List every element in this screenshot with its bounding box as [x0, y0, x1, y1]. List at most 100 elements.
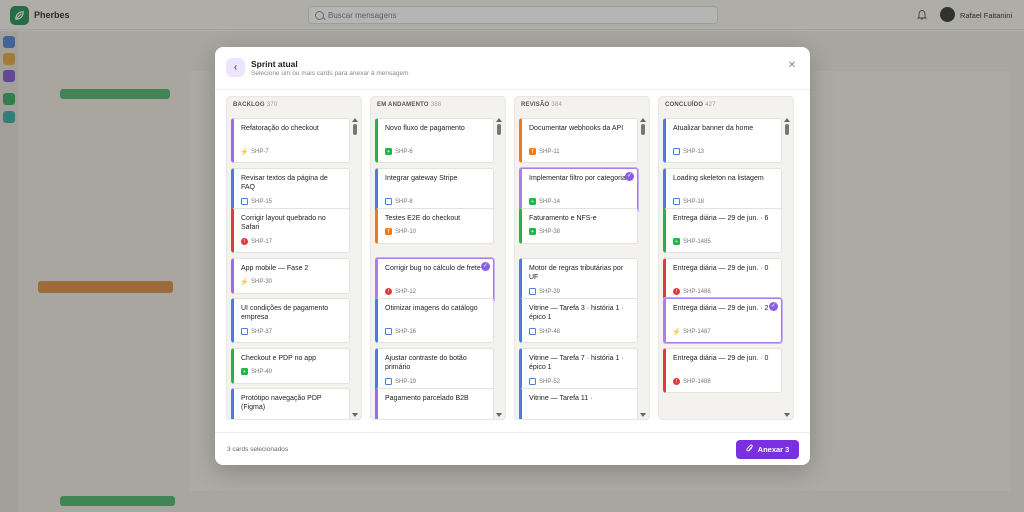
story-icon: [241, 328, 248, 335]
kanban-column: CONCLUÍDO 427 Atualizar banner da home SHP-…: [658, 96, 794, 420]
back-button[interactable]: ‹: [226, 58, 245, 77]
story-icon: [385, 378, 392, 385]
task-card[interactable]: Checkout e PDP no app + SHP-40: [231, 348, 350, 384]
task-card[interactable]: Entrega diária — 29 de jun. · 0! SHP-1486: [663, 258, 782, 303]
check-icon: ✓: [769, 302, 778, 311]
card-title: Integrar gateway Stripe: [385, 175, 458, 182]
card-meta: T SHP-10: [385, 228, 416, 235]
scroll-up-icon[interactable]: [784, 118, 790, 122]
task-card[interactable]: Corrigir bug no cálculo de frete! SHP-12 ✓: [375, 258, 494, 303]
task-card[interactable]: Protótipo navegação PDP (Figma): [231, 388, 350, 419]
task-card[interactable]: Revisar textos da página de FAQ SHP-15: [231, 168, 350, 213]
attach-button[interactable]: Anexar 3: [736, 440, 799, 459]
chevron-left-icon: ‹: [233, 62, 238, 73]
divider: [215, 89, 810, 90]
task-card[interactable]: Testes E2E do checkout T SHP-10: [375, 208, 494, 244]
card-title: Refatoração do checkout: [241, 125, 319, 132]
task-card[interactable]: Loading skeleton na listagem SHP-18: [663, 168, 782, 213]
card-meta: ! SHP-1488: [673, 378, 711, 385]
card-id: SHP-1488: [683, 378, 711, 385]
story-icon: [673, 198, 680, 205]
card-meta: ! SHP-17: [241, 238, 272, 245]
card-meta: + SHP-14: [529, 198, 560, 205]
task-card[interactable]: App mobile — Fase 2 ⚡ SHP-30: [231, 258, 350, 294]
column-scrollbar[interactable]: [352, 118, 358, 419]
task-card[interactable]: Documentar webhooks da API T SHP-11: [519, 118, 638, 163]
card-meta: ⚡ SHP-7: [240, 148, 269, 156]
card-title: Protótipo navegação PDP (Figma): [241, 395, 322, 411]
task-card[interactable]: Otimizar imagens do catálogo SHP-16: [375, 298, 494, 343]
scroll-down-icon[interactable]: [352, 413, 358, 417]
card-meta: SHP-15: [241, 198, 272, 205]
scroll-down-icon[interactable]: [784, 413, 790, 417]
card-id: SHP-7: [251, 148, 269, 155]
task-icon: T: [529, 148, 536, 155]
scroll-up-icon[interactable]: [640, 118, 646, 122]
scrollbar-thumb[interactable]: [353, 124, 357, 135]
bug-icon: !: [385, 288, 392, 295]
kanban-column: REVISÃO 384 Documentar webhooks da API T SHP…: [514, 96, 650, 420]
column-scrollbar[interactable]: [640, 118, 646, 419]
card-title: Novo fluxo de pagamento: [385, 125, 465, 132]
scrollbar-thumb[interactable]: [785, 124, 789, 135]
task-card[interactable]: Integrar gateway Stripe SHP-8: [375, 168, 494, 213]
scroll-down-icon[interactable]: [496, 413, 502, 417]
scroll-up-icon[interactable]: [496, 118, 502, 122]
task-card[interactable]: Motor de regras tributárias por UF SHP-39: [519, 258, 638, 303]
card-id: SHP-14: [539, 198, 561, 205]
card-id: SHP-16: [395, 328, 417, 335]
task-card[interactable]: Vitrine — Tarefa 7 · história 1 · épico …: [519, 348, 638, 393]
task-card[interactable]: Entrega diária — 29 de jun. · 2 ⚡ SHP-1487…: [663, 298, 782, 343]
task-icon: T: [385, 228, 392, 235]
bug-icon: !: [241, 238, 248, 245]
card-meta: SHP-48: [529, 328, 560, 335]
task-card[interactable]: Faturamento e NFS-e + SHP-38: [519, 208, 638, 244]
scroll-up-icon[interactable]: [352, 118, 358, 122]
column-count: 384: [551, 102, 563, 108]
sprint-picker-modal: ‹ Sprint atual Selecione um ou mais card…: [215, 47, 810, 465]
task-card[interactable]: Ajustar contraste do botão primário SHP-1…: [375, 348, 494, 393]
story-icon: [673, 148, 680, 155]
task-card[interactable]: Implementar filtro por categoria + SHP-14 ✓: [519, 168, 638, 213]
column-scrollbar[interactable]: [496, 118, 502, 419]
close-icon[interactable]: ✕: [786, 60, 798, 72]
card-meta: SHP-52: [529, 378, 560, 385]
bug-icon: !: [673, 288, 680, 295]
improvement-icon: +: [529, 198, 536, 205]
epic-icon: ⚡: [672, 328, 681, 336]
task-card[interactable]: UI condições de pagamento empresa SHP-37: [231, 298, 350, 343]
card-title: Implementar filtro por categoria: [529, 175, 626, 182]
card-meta: ! SHP-1486: [673, 288, 711, 295]
modal-title: Sprint atual: [251, 59, 298, 69]
card-meta: SHP-19: [385, 378, 416, 385]
card-id: SHP-18: [683, 198, 705, 205]
task-card[interactable]: Novo fluxo de pagamento + SHP-6: [375, 118, 494, 163]
scroll-down-icon[interactable]: [640, 413, 646, 417]
card-id: SHP-37: [251, 328, 273, 335]
task-card[interactable]: Atualizar banner da home SHP-13: [663, 118, 782, 163]
modal-subtitle: Selecione um ou mais cards para anexar à…: [251, 70, 409, 77]
scrollbar-thumb[interactable]: [497, 124, 501, 135]
task-card[interactable]: Corrigir layout quebrado no Safari! SHP-1…: [231, 208, 350, 253]
card-title: Vitrine — Tarefa 3 · história 1 · épico …: [529, 305, 624, 321]
check-icon: ✓: [625, 172, 634, 181]
card-id: SHP-10: [395, 228, 417, 235]
column-scrollbar[interactable]: [784, 118, 790, 419]
card-meta: ⚡ SHP-30: [240, 278, 272, 286]
task-card[interactable]: Entrega diária — 29 de jun. · 6 + SHP-1485: [663, 208, 782, 253]
divider: [215, 432, 810, 433]
card-id: SHP-11: [539, 148, 560, 155]
story-icon: [385, 198, 392, 205]
card-meta: SHP-37: [241, 328, 272, 335]
task-card[interactable]: Refatoração do checkout ⚡ SHP-7: [231, 118, 350, 163]
card-id: SHP-19: [395, 378, 417, 385]
card-list: Documentar webhooks da API T SHP-11 Impleme…: [519, 118, 639, 419]
task-card[interactable]: Vitrine — Tarefa 11 ·: [519, 388, 638, 419]
task-card[interactable]: Pagamento parcelado B2B⚡: [375, 388, 494, 419]
task-card[interactable]: Entrega diária — 29 de jun. · 0! SHP-1488: [663, 348, 782, 393]
column-title: REVISÃO: [521, 102, 550, 108]
task-card[interactable]: Vitrine — Tarefa 3 · história 1 · épico …: [519, 298, 638, 343]
scrollbar-thumb[interactable]: [641, 124, 645, 135]
card-title: Faturamento e NFS-e: [529, 215, 597, 222]
story-icon: [241, 198, 248, 205]
